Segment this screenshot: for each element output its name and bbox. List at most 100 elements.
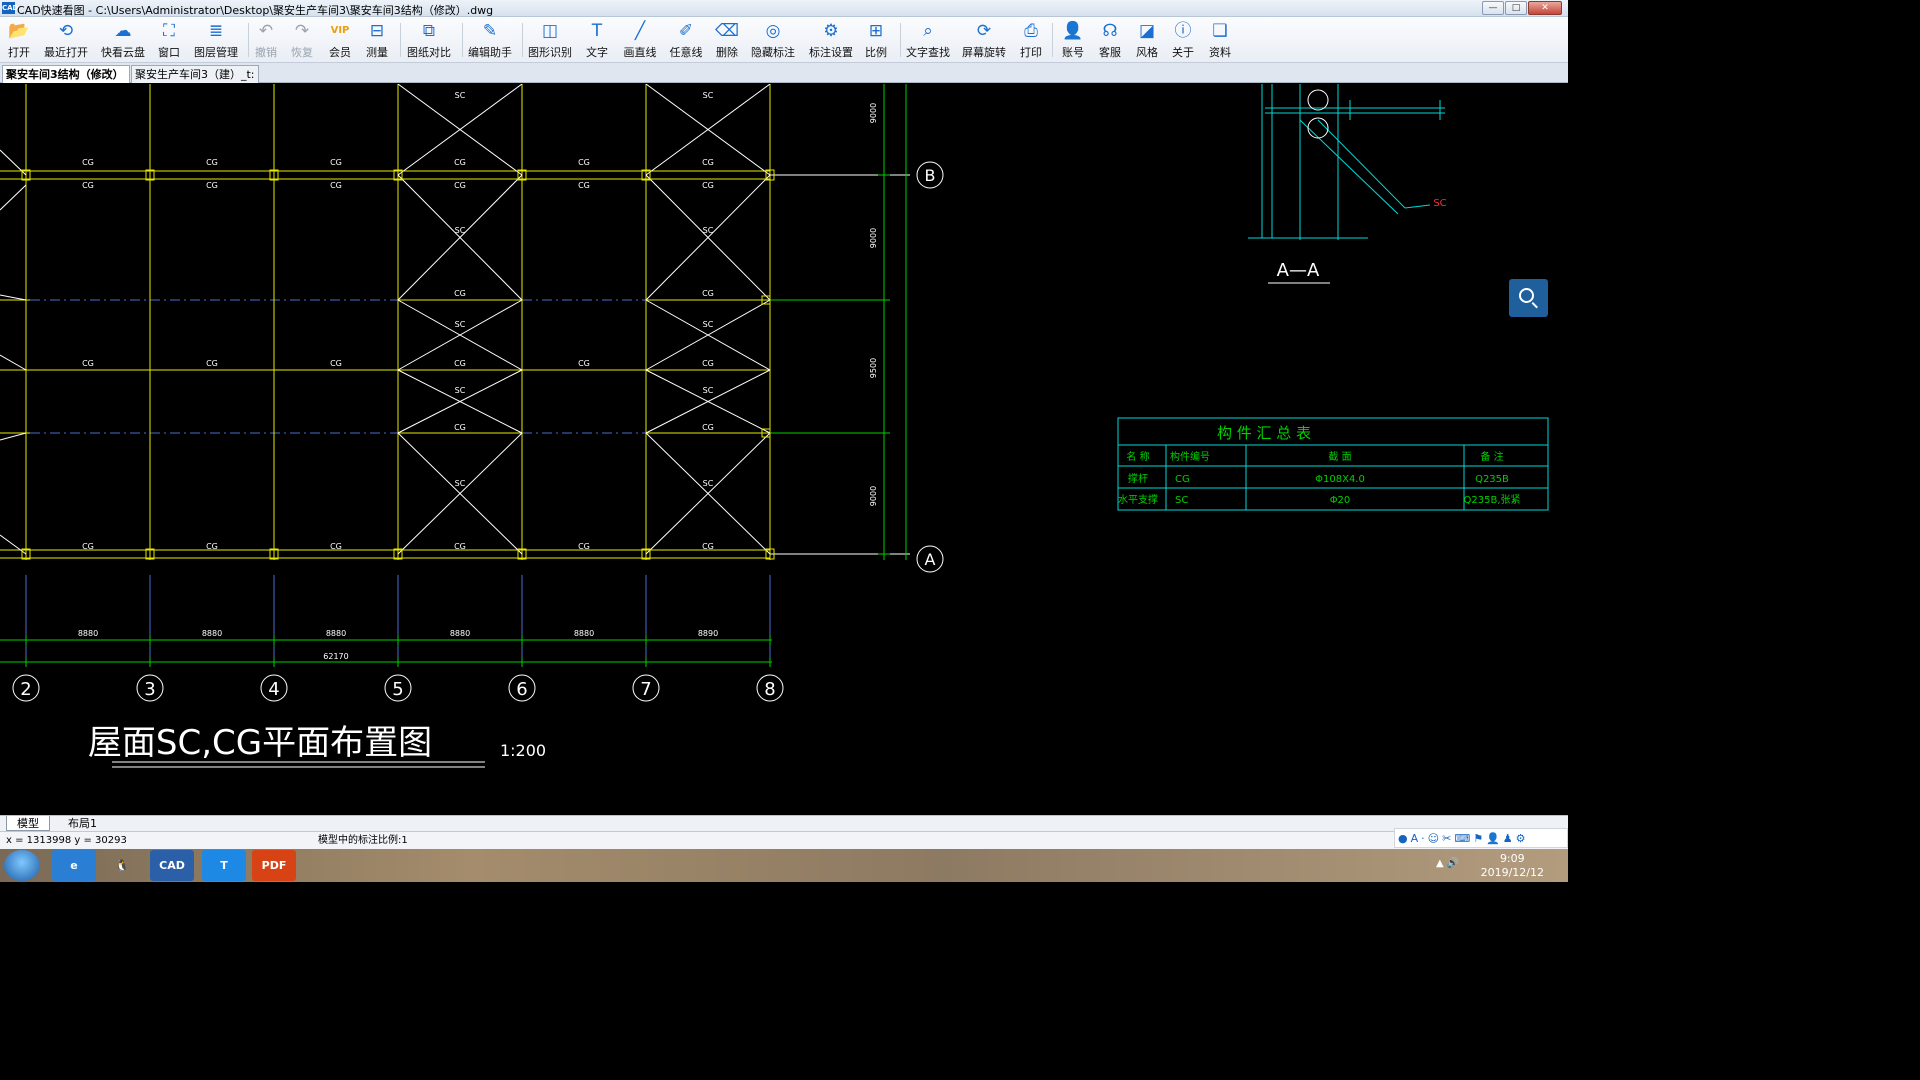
- system-clock[interactable]: 9:09 2019/12/12: [1481, 852, 1544, 880]
- toolbar-button-info[interactable]: ⓘ 关于: [1168, 19, 1198, 61]
- ime-tool-icon[interactable]: ☺: [1428, 831, 1439, 845]
- layout-tabs: 模型 布局1: [0, 815, 1568, 831]
- start-button[interactable]: [4, 850, 40, 881]
- toolbar-button-headset[interactable]: ☊ 客服: [1094, 19, 1126, 61]
- toolbar-button-print[interactable]: ⎙ 打印: [1016, 19, 1046, 61]
- toolbar-button-style[interactable]: ◪ 风格: [1132, 19, 1162, 61]
- toolbar-button-label: 会员: [329, 46, 351, 59]
- member-label-sc: SC: [703, 91, 714, 100]
- member-label-cg: CG: [206, 158, 218, 167]
- toolbar-button-text[interactable]: T 文字: [584, 19, 610, 61]
- tab-document-architecture[interactable]: 聚安生产车间3（建）_t: ×: [131, 65, 259, 83]
- member-label-cg: CG: [454, 181, 466, 190]
- freehand-icon: ✐: [678, 21, 694, 41]
- toolbar-button-layers[interactable]: ≣ 图层管理: [190, 19, 242, 61]
- member-label-cg: CG: [702, 181, 714, 190]
- layout-tab-layout1[interactable]: 布局1: [58, 816, 107, 831]
- text-app-icon[interactable]: T: [202, 850, 246, 881]
- toolbar-button-rotate[interactable]: ⟳ 屏幕旋转: [960, 19, 1008, 61]
- toolbar-button-edit-assistant[interactable]: ✎ 编辑助手: [466, 19, 514, 61]
- toolbar-button-label: 客服: [1099, 46, 1121, 59]
- undo-icon: ↶: [258, 21, 274, 41]
- edit-assistant-icon: ✎: [482, 21, 498, 41]
- qq-icon[interactable]: 🐧: [100, 850, 144, 881]
- compare-icon: ⧉: [422, 21, 436, 41]
- ime-tool-icon[interactable]: ⚙: [1516, 831, 1526, 845]
- member-label-sc: SC: [455, 320, 466, 329]
- ime-tool-icon[interactable]: ·: [1421, 831, 1425, 845]
- title-bar: CAD CAD快速看图 - C:\Users\Administrator\Des…: [0, 0, 1568, 17]
- member-label-cg: CG: [82, 542, 94, 551]
- axis-bubble-label: 6: [516, 679, 527, 700]
- ime-tool-icon[interactable]: ⌨: [1454, 831, 1470, 845]
- toolbar-button-docs[interactable]: ❏ 资料: [1204, 19, 1236, 61]
- toolbar-button-account[interactable]: 👤 账号: [1056, 19, 1090, 61]
- toolbar-button-text-search[interactable]: ⌕ 文字查找: [904, 19, 952, 61]
- plan-title: 屋面SC,CG平面布置图: [88, 723, 432, 763]
- member-label-sc: SC: [703, 320, 714, 329]
- scale-icon: ⊞: [868, 21, 884, 41]
- bay-dimension-text: 8880: [450, 629, 470, 638]
- pdf-icon[interactable]: PDF: [252, 850, 296, 881]
- drawing-canvas[interactable]: CG CG CG CG CG CG CG CG CG CG CG CG CG CG CG CG CG CG CG CG…: [0, 84, 1568, 815]
- toolbar-button-shape-recognition[interactable]: ◫ 图形识别: [526, 19, 574, 61]
- toolbar-button-label: 打印: [1020, 46, 1042, 59]
- toolbar-button-history[interactable]: ⟲ 最近打开: [44, 19, 88, 61]
- layout-tab-model[interactable]: 模型: [6, 816, 50, 831]
- ime-tool-icon[interactable]: ✂: [1442, 831, 1451, 845]
- minimize-button[interactable]: —: [1482, 1, 1504, 15]
- member-label-cg: CG: [454, 423, 466, 432]
- toolbar-button-freehand[interactable]: ✐ 任意线: [666, 19, 706, 61]
- clock-date: 2019/12/12: [1480, 866, 1544, 879]
- ie-icon[interactable]: e: [52, 850, 96, 881]
- toolbar-button-window[interactable]: ⛶ 窗口: [154, 19, 184, 61]
- close-button[interactable]: ✕: [1528, 1, 1562, 15]
- cad-icon[interactable]: CAD: [150, 850, 194, 881]
- bay-dimension-text: 8880: [202, 629, 222, 638]
- toolbar-button-folder[interactable]: 📂 打开: [0, 19, 38, 61]
- member-label-cg: CG: [454, 359, 466, 368]
- toolbar-button-vip[interactable]: VIP 会员: [324, 19, 356, 61]
- ime-tool-icon[interactable]: ●: [1398, 831, 1408, 845]
- tab-document-structure[interactable]: 聚安车间3结构（修改） ×: [2, 65, 130, 83]
- brace-line: [0, 432, 27, 441]
- axis-bubble-label: 3: [144, 679, 155, 700]
- toolbar-button-compare[interactable]: ⧉ 图纸对比: [404, 19, 454, 61]
- maximize-button[interactable]: □: [1505, 1, 1527, 15]
- toolbar-button-measure[interactable]: ⊟ 测量: [362, 19, 392, 61]
- axis-bubble-label: B: [925, 166, 936, 185]
- toolbar-separator: [522, 23, 523, 57]
- ime-tool-icon[interactable]: 👤: [1486, 831, 1500, 845]
- toolbar-button-line[interactable]: ╱ 画直线: [620, 19, 660, 61]
- toolbar-button-eraser[interactable]: ⌫ 删除: [712, 19, 742, 61]
- toolbar-button-scale[interactable]: ⊞ 比例: [862, 19, 890, 61]
- search-button[interactable]: [1509, 279, 1548, 317]
- member-label-cg: CG: [206, 359, 218, 368]
- toolbar-button-label: 撤销: [255, 46, 277, 59]
- toolbar-button-undo[interactable]: ↶ 撤销: [252, 19, 280, 61]
- member-label-sc: SC: [455, 386, 466, 395]
- rotate-icon: ⟳: [976, 21, 992, 41]
- vip-icon: VIP: [330, 25, 350, 36]
- toolbar-button-annotation-settings[interactable]: ⚙ 标注设置: [806, 19, 856, 61]
- folder-icon: 📂: [8, 21, 30, 41]
- member-table-header: 名 称: [1126, 450, 1149, 463]
- member-label-cg: CG: [578, 181, 590, 190]
- close-icon[interactable]: ×: [128, 68, 129, 81]
- ime-tool-icon[interactable]: A: [1411, 831, 1419, 845]
- ime-tool-icon[interactable]: ♟: [1503, 831, 1513, 845]
- axis-bubble-label: 2: [20, 679, 31, 700]
- bolt-circle: [1307, 117, 1329, 139]
- toolbar-button-redo[interactable]: ↷ 恢复: [286, 19, 318, 61]
- ime-tool-icon[interactable]: ⚑: [1473, 831, 1483, 845]
- member-label-cg: CG: [578, 158, 590, 167]
- bay-dimension-text: 8890: [698, 629, 718, 638]
- member-label-cg: CG: [578, 542, 590, 551]
- toolbar-button-hide-annotation[interactable]: ◎ 隐藏标注: [750, 19, 796, 61]
- section-detail-line: [1299, 119, 1399, 215]
- toolbar-button-label: 资料: [1209, 46, 1231, 59]
- member-table-title: 构 件 汇 总 表: [1217, 424, 1311, 442]
- toolbar-button-cloud[interactable]: ☁ 快看云盘: [98, 19, 148, 61]
- member-label-cg: CG: [330, 181, 342, 190]
- member-label-cg: CG: [82, 359, 94, 368]
